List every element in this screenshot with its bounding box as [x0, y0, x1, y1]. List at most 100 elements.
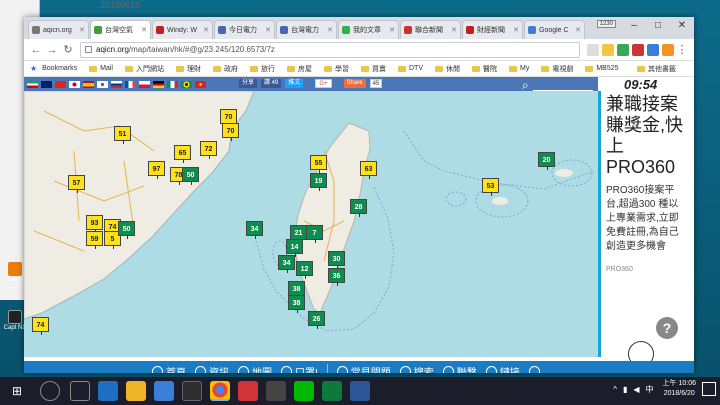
word-icon[interactable] — [350, 381, 370, 401]
aqi-marker[interactable]: 19 — [310, 173, 327, 191]
nav-mask[interactable]: 口罩! — [281, 364, 318, 373]
aqi-marker[interactable]: 34 — [246, 221, 263, 239]
close-window-icon[interactable]: ✕ — [670, 17, 694, 35]
search-input[interactable] — [532, 81, 593, 91]
bookmark-folder[interactable]: 醫院 — [471, 64, 497, 74]
minimize-icon[interactable]: – — [622, 17, 646, 35]
aqi-marker[interactable]: 38 — [288, 281, 305, 299]
bookmark-folder[interactable]: 學習 — [323, 64, 349, 74]
bookmark-folder[interactable]: 電視劇 — [541, 64, 573, 74]
store-icon[interactable] — [154, 381, 174, 401]
flag-france-icon[interactable] — [125, 80, 136, 88]
aqi-marker[interactable]: 97 — [148, 161, 165, 179]
bookmark-item[interactable]: ★ Bookmarks — [30, 64, 77, 73]
help-icon[interactable]: ? — [656, 317, 678, 339]
bookmark-folder[interactable]: MB525 — [585, 65, 619, 72]
nav-search[interactable]: 搜索 — [399, 364, 434, 373]
flag-uk-icon[interactable] — [41, 80, 52, 88]
start-button[interactable]: ⊞ — [0, 384, 34, 398]
taskbar-search-icon[interactable] — [40, 381, 60, 401]
aqi-marker[interactable]: 12 — [296, 261, 313, 279]
bookmark-star-icon[interactable] — [602, 43, 614, 56]
flag-italy-icon[interactable] — [167, 80, 178, 88]
aqi-marker[interactable]: 55 — [310, 155, 327, 173]
flag-vietnam-icon[interactable] — [195, 80, 206, 88]
file-explorer-icon[interactable] — [126, 381, 146, 401]
aqi-marker[interactable]: 50 — [182, 167, 199, 185]
aqi-marker[interactable]: 70 — [222, 123, 239, 141]
extension-icon[interactable] — [632, 43, 644, 56]
tab-close-icon[interactable]: ✕ — [327, 26, 333, 34]
aqi-marker[interactable]: 50 — [118, 221, 135, 239]
flag-japan-icon[interactable] — [69, 80, 80, 88]
flag-poland-icon[interactable] — [139, 80, 150, 88]
flag-spain-icon[interactable] — [83, 80, 94, 88]
air-quality-map[interactable]: 51 70 70 65 72 97 57 78 50 93 74 59 5 50… — [24, 91, 598, 357]
reload-icon[interactable]: ↻ — [60, 43, 76, 56]
tab-7[interactable]: 財經新聞 ✕ — [462, 20, 523, 39]
nav-info[interactable]: 資訊 — [195, 364, 229, 373]
tab-6[interactable]: 聯合新聞 ✕ — [400, 20, 461, 39]
translate-icon[interactable] — [587, 43, 599, 56]
nav-map[interactable]: 地圖 — [238, 364, 272, 373]
tab-close-icon[interactable]: ✕ — [575, 26, 581, 34]
back-icon[interactable]: ← — [28, 44, 44, 56]
network-icon[interactable]: ▮ — [623, 385, 627, 394]
aqi-marker[interactable]: 93 — [86, 215, 103, 233]
share-button[interactable]: Share — [343, 79, 366, 88]
aqi-marker[interactable]: 53 — [482, 178, 499, 196]
tab-5[interactable]: 我的文章 ✕ — [338, 20, 399, 39]
aqi-marker[interactable]: 59 — [86, 231, 103, 249]
tab-4[interactable]: 台灣電力 ✕ — [276, 20, 337, 39]
maximize-icon[interactable]: □ — [646, 17, 670, 35]
aqi-marker[interactable]: 20 — [538, 152, 555, 170]
bookmark-folder[interactable]: Mail — [89, 65, 113, 72]
nav-links[interactable]: 鏈接 — [485, 364, 520, 373]
tab-8[interactable]: Google C ✕ — [524, 20, 585, 39]
app-icon[interactable] — [266, 381, 286, 401]
aqi-marker[interactable]: 21 — [290, 225, 307, 243]
tab-1[interactable]: 台灣空氣 ✕ — [90, 20, 151, 39]
bookmark-folder[interactable]: 政府 — [212, 64, 238, 74]
aqi-marker[interactable]: 51 — [114, 126, 131, 144]
tab-2[interactable]: Windy: W ✕ — [152, 20, 213, 39]
nav-contact[interactable]: 聯繫 — [442, 364, 477, 373]
aqi-marker[interactable]: 14 — [286, 239, 303, 257]
profile-badge[interactable]: 1230 — [596, 20, 616, 28]
tab-close-icon[interactable]: ✕ — [203, 26, 209, 34]
bookmark-folder[interactable]: 入門網站 — [124, 64, 164, 74]
bookmark-folder[interactable]: DTV — [397, 65, 423, 72]
address-input[interactable]: aqicn.org /map/taiwan/hk/#@g/23.245/120.… — [80, 41, 580, 58]
aqi-marker[interactable]: 34 — [278, 255, 295, 273]
ad-headline[interactable]: 兼職接案賺獎金,快上PRO360 — [606, 94, 686, 178]
aqi-marker[interactable]: 72 — [200, 141, 217, 159]
chrome-icon[interactable] — [210, 381, 230, 401]
photos-icon[interactable] — [182, 381, 202, 401]
tab-3[interactable]: 今日電力 ✕ — [214, 20, 275, 39]
tab-0[interactable]: aqicn.org ✕ — [28, 20, 89, 39]
ad-body[interactable]: PRO360接案平台,超過300 種以上專業需求,立即免費註冊,為自己創造更多機… — [606, 184, 686, 254]
bookmark-folder[interactable]: My — [508, 65, 529, 72]
app-icon[interactable] — [238, 381, 258, 401]
task-view-icon[interactable] — [70, 381, 90, 401]
bookmark-folder[interactable]: 旅行 — [249, 64, 275, 74]
aqi-marker[interactable]: 70 — [220, 109, 237, 127]
extension-icon[interactable] — [617, 43, 629, 56]
flag-iran-icon[interactable] — [27, 80, 38, 88]
tab-close-icon[interactable]: ✕ — [451, 26, 457, 34]
forward-icon[interactable]: → — [44, 44, 60, 56]
nav-home[interactable]: 首頁 — [152, 364, 186, 373]
aqi-marker[interactable]: 28 — [350, 199, 367, 217]
flag-germany-icon[interactable] — [153, 80, 164, 88]
tab-close-icon[interactable]: ✕ — [79, 26, 85, 34]
bookmark-folder[interactable]: 買賣 — [360, 64, 386, 74]
flag-korea-icon[interactable] — [97, 80, 108, 88]
edge-icon[interactable] — [98, 381, 118, 401]
aqi-marker[interactable]: 74 — [32, 317, 49, 335]
flag-brazil-icon[interactable] — [181, 80, 192, 88]
bookmark-folder[interactable]: 房屋 — [286, 64, 312, 74]
nav-settings[interactable] — [528, 365, 543, 373]
flag-china-icon[interactable] — [55, 80, 66, 88]
chevron-up-icon[interactable]: ^ — [613, 385, 617, 394]
bookmark-folder[interactable]: 理財 — [175, 64, 201, 74]
